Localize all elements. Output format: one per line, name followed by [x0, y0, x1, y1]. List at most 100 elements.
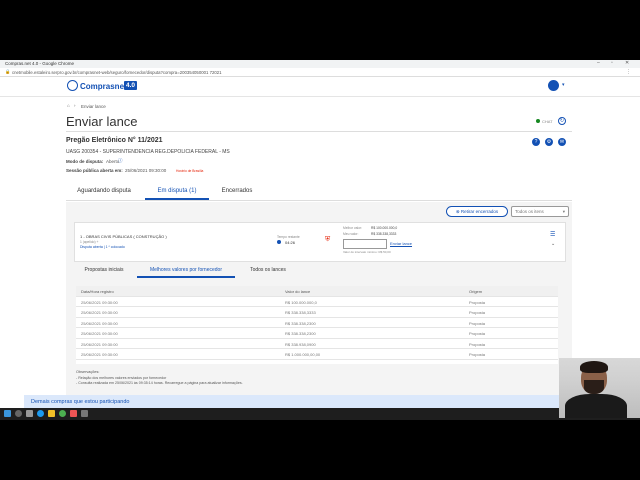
divider: [66, 131, 572, 132]
breadcrumb-sep: ›: [74, 103, 76, 108]
subtab-melhores[interactable]: Melhores valores por fornecedor: [137, 267, 235, 278]
tab-encerrados[interactable]: Encerrados: [212, 188, 262, 198]
table-header: Data/Hora registro Valor do lance Origem: [76, 286, 558, 297]
bottom-banner[interactable]: Demais compras que estou participando: [24, 395, 560, 408]
refresh-icon[interactable]: ↻: [558, 117, 566, 125]
cell-data: 25/06/2021 09:30:00: [81, 320, 118, 326]
app-icon[interactable]: [81, 410, 88, 417]
comprasnet-logo-icon: [67, 80, 78, 91]
tempo-value: 04:26: [285, 240, 296, 245]
cell-valor: R$ 100.000.000,0: [285, 299, 317, 305]
clock-icon: [277, 240, 281, 244]
cell-data: 25/06/2021 09:30:00: [81, 299, 118, 305]
user-avatar-icon[interactable]: [548, 80, 559, 91]
settings-icon[interactable]: ⚙: [545, 138, 553, 146]
home-icon[interactable]: ⌂: [67, 103, 70, 108]
cell-data: 25/06/2021 09:30:00: [81, 352, 118, 357]
table-row: 25/06/2021 09:30:00 R$ 1.000.000,00,00 P…: [76, 349, 558, 360]
lances-table: Data/Hora registro Valor do lance Origem…: [76, 286, 558, 364]
table-row: 25/06/2021 09:30:00 R$ 338.338,3333 Prop…: [76, 307, 558, 318]
table-row: 25/06/2021 09:30:00 R$ 338.338,2300 Prop…: [76, 318, 558, 328]
logo-text: Comprasnet: [80, 82, 127, 91]
items-filter-select[interactable]: Todos os itens ▾: [511, 206, 569, 217]
close-icon[interactable]: ✕: [625, 60, 629, 66]
subtab-propostas[interactable]: Propostas iniciais: [74, 267, 134, 276]
maximize-icon[interactable]: ▫: [611, 60, 613, 66]
url-text: cnetmobile.estaleiro.serpro.gov.br/compr…: [12, 69, 222, 75]
person-beard: [584, 380, 604, 394]
menu-dots-icon[interactable]: ⋮: [626, 69, 631, 75]
lock-icon: 🔒: [5, 69, 11, 74]
retirar-encerrados-button[interactable]: ⊗ Retirar encerrados: [446, 206, 508, 217]
col-valor: Valor do lance: [285, 289, 311, 294]
info-small-icon[interactable]: ⓘ: [118, 158, 123, 164]
cell-data: 25/06/2021 09:30:00: [81, 310, 118, 315]
app-header: Comprasnet 4.0 ▾: [0, 77, 640, 97]
webcam-overlay: [559, 358, 640, 418]
item-card: 1 - OBRAS CIVIS PÚBLICAS ( CONSTRUÇÃO ) …: [74, 222, 566, 262]
chevron-down-icon[interactable]: ▾: [562, 82, 565, 88]
observacoes-title: Observações:: [76, 370, 100, 374]
cell-valor: R$ 338.938,0900: [285, 341, 316, 347]
cell-valor: R$ 338.338,3333: [285, 310, 316, 315]
browser-titlebar: Compras.net 4.0 - Google Chrome – ▫ ✕: [0, 60, 640, 68]
col-origem: Origem: [469, 289, 483, 294]
intervalo-note: Valor do intervalo mínimo: R$ 50,00: [343, 250, 391, 254]
address-bar[interactable]: 🔒 cnetmobile.estaleiro.serpro.gov.br/com…: [0, 68, 640, 77]
subtab-todos[interactable]: Todos os lances: [238, 267, 298, 276]
task-view-icon[interactable]: [26, 410, 33, 417]
table-row: 25/06/2021 09:30:00 R$ 338.338,2300 Prop…: [76, 328, 558, 339]
tab-aguardando[interactable]: Aguardando disputa: [66, 188, 142, 198]
person-body: [565, 394, 627, 418]
breadcrumb[interactable]: Enviar lance: [81, 104, 106, 109]
windows-start-icon[interactable]: [4, 410, 11, 417]
col-data: Data/Hora registro: [81, 289, 114, 294]
info-icon[interactable]: ?: [532, 138, 540, 146]
list-icon[interactable]: ☰: [550, 231, 555, 238]
tab-em-disputa[interactable]: Em disputa (1): [145, 188, 209, 200]
mail-icon[interactable]: ✉: [558, 138, 566, 146]
file-explorer-icon[interactable]: [48, 410, 55, 417]
windows-taskbar: [0, 408, 640, 420]
chat-status-dot: [536, 119, 540, 123]
cell-origem: Proposta: [469, 299, 486, 305]
chrome-browser-icon[interactable]: [59, 410, 66, 417]
person-hair: [580, 361, 608, 373]
cell-valor: R$ 1.000.000,00,00: [285, 352, 321, 357]
sessao-label: Sessão pública aberta em:: [66, 168, 123, 173]
meu-valor: R$ 338.338,3333: [371, 232, 397, 236]
warning-shield-icon: ⛨: [325, 236, 331, 243]
sessao-value: 25/06/2021 09:30:00: [125, 168, 167, 173]
lance-input[interactable]: [343, 239, 387, 249]
cell-origem: Proposta: [469, 331, 486, 336]
cell-origem: Proposta: [469, 320, 486, 326]
modo-label: Modo de disputa:: [66, 159, 104, 164]
edge-browser-icon[interactable]: [37, 410, 44, 417]
cell-origem: Proposta: [469, 352, 486, 357]
item-title: 1 - OBRAS CIVIS PÚBLICAS ( CONSTRUÇÃO ): [80, 234, 167, 239]
chevron-down-icon[interactable]: ⌄: [551, 241, 555, 247]
bottom-banner-label: Demais compras que estou participando: [31, 399, 130, 405]
browser-window: Compras.net 4.0 - Google Chrome – ▫ ✕ 🔒 …: [0, 60, 640, 408]
cell-valor: R$ 338.338,2300: [285, 331, 316, 336]
cell-data: 25/06/2021 09:30:00: [81, 341, 118, 347]
table-row: 25/06/2021 09:30:00 R$ 338.938,0900 Prop…: [76, 339, 558, 349]
tabs-divider: [66, 200, 572, 201]
enviar-lance-link[interactable]: Enviar lance: [390, 241, 412, 246]
cell-valor: R$ 338.338,2300: [285, 320, 316, 326]
uasg-text: UASG 200354 - SUPERINTENDENCIA REG.DEPOL…: [66, 149, 230, 155]
chat-label[interactable]: CHAT: [542, 119, 553, 124]
select-value: Todos os itens: [515, 209, 544, 214]
pregao-title: Pregão Eletrônico N° 11/2021: [66, 137, 163, 144]
minimize-icon[interactable]: –: [597, 60, 600, 66]
cell-origem: Proposta: [469, 310, 486, 315]
item-subtitle: 1 (apelido) +: [80, 240, 99, 244]
page-title: Enviar lance: [66, 114, 138, 129]
melhor-valor: R$ 100.000.000,0: [371, 226, 398, 230]
observacoes-line1: - Relação dos melhores valores enviados …: [76, 376, 167, 380]
search-icon[interactable]: [15, 410, 22, 417]
app-icon[interactable]: [70, 410, 77, 417]
meu-valor-label: Meu valor:: [343, 232, 359, 236]
retirar-label: Retirar encerrados: [460, 209, 499, 214]
cell-origem: Proposta: [469, 341, 486, 347]
